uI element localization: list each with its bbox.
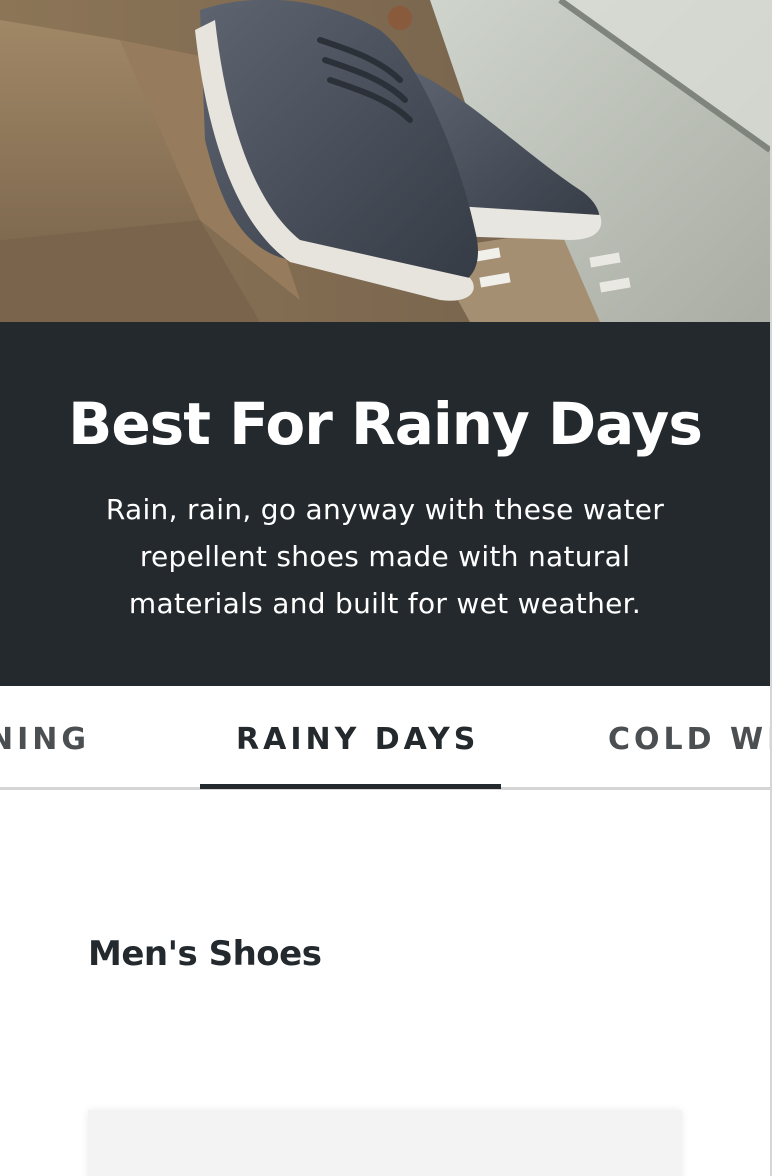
page: Best For Rainy Days Rain, rain, go anywa… <box>0 0 772 1176</box>
collection-banner: Best For Rainy Days Rain, rain, go anywa… <box>0 322 770 686</box>
tab-running-label: NING <box>0 722 90 757</box>
tab-running[interactable]: NING <box>0 722 90 757</box>
section-heading: Men's Shoes <box>88 934 322 974</box>
hero-image <box>0 0 770 322</box>
banner-description: Rain, rain, go anyway with these water r… <box>105 493 665 620</box>
collection-tabs: NING RAINY DAYS COLD WE <box>0 686 770 790</box>
banner-title: Best For Rainy Days <box>68 390 703 458</box>
product-card[interactable] <box>88 1110 682 1176</box>
active-tab-indicator <box>200 784 501 789</box>
tab-cold-weather-label: COLD WE <box>608 722 770 757</box>
tab-cold-weather[interactable]: COLD WE <box>608 722 770 757</box>
tab-rainy-days-label: RAINY DAYS <box>236 722 480 757</box>
shoes-photo <box>0 0 770 322</box>
tab-rainy-days[interactable]: RAINY DAYS <box>236 722 479 757</box>
